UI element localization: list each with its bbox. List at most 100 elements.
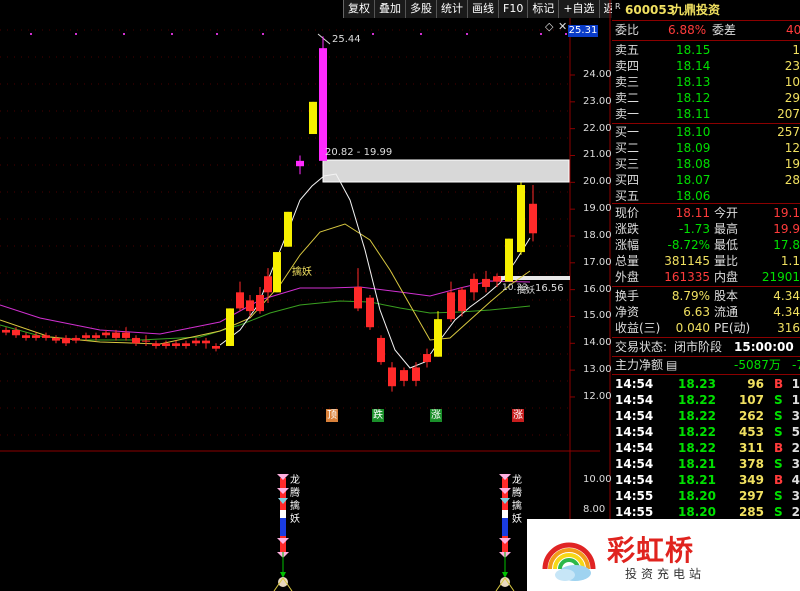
tick-extra: 5 [791,425,800,439]
fund-row: 换手 8.79% 股本 4.34 [612,288,800,304]
level-volume: 12 [784,141,800,155]
tick-row: 14:54 18.22 262 S 3 [612,408,800,424]
trade-status-label: 交易状态: [615,340,668,354]
fund-value: 0.040 [675,321,710,335]
candle [388,362,396,392]
level-label: 买三 [615,157,640,171]
quote-value-2: 17.8 [773,238,800,252]
tick-row: 14:55 18.20 297 S 3 [612,488,800,504]
tick-side: S [774,409,783,423]
candle [366,295,374,330]
level-volume: 28 [784,173,800,187]
osc-tick-label: 8.00 [583,504,606,515]
fund-label: 收益(三) [615,321,661,335]
candle [284,211,292,247]
fund-row: 收益(三) 0.040 PE(动) 316 [612,320,800,336]
price-tick-label: 17.00 [583,256,612,268]
level-price: 18.09 [676,141,711,155]
quote-row: 涨跌 -1.73 最高 19.9 [612,221,800,237]
level-label: 卖四 [615,59,640,73]
candle [423,348,431,368]
signal-char: 妖 [512,514,522,525]
quote-label-2: 内盘 [714,270,739,284]
tick-volume: 96 [747,377,764,391]
level-label: 卖三 [615,75,640,89]
quote-value: 161335 [664,270,710,284]
watermark-subtitle: 投资充电站 [625,567,706,581]
level-label: 卖二 [615,91,640,105]
quote-value-2: 19.1 [773,206,800,220]
watermark: 彩虹桥 投资充电站 [527,519,800,591]
quote-value-2: 1.1 [780,254,800,268]
weicha-value: 40 [786,23,800,37]
table-icon[interactable]: ▤ [666,357,677,373]
fund-value-2: 316 [777,321,800,335]
quote-value: -1.73 [678,222,710,236]
tick-volume: 311 [738,441,764,455]
tick-volume: 262 [738,409,764,423]
trade-status-value: 闭市阶段 [674,340,723,354]
price-tick-label: 21.00 [583,149,612,161]
range-label: 20.82 - 19.99 [325,147,393,158]
candle [142,335,150,346]
candle [256,286,264,314]
rights-badge: R [615,2,621,11]
level-label: 卖一 [615,107,640,121]
fund-label: 换手 [615,289,640,303]
price-tick-label: 23.00 [583,95,612,107]
signal-char: 腾 [512,488,522,499]
quote-row: 涨幅 -8.72% 最低 17.8 [612,237,800,253]
tick-row: 14:54 18.22 107 S 1 [612,392,800,408]
price-tick-label: 18.00 [583,229,612,241]
candle [529,185,537,242]
price-tick-label: 14.00 [583,337,612,349]
weibi-value: 6.88% [668,23,707,37]
candle [377,335,385,365]
fund-label-2: 股本 [714,289,739,303]
low-price-label: 16.56 [535,283,564,294]
tick-side: B [774,377,784,391]
signal-char: 腾 [290,488,300,499]
level-price: 18.08 [676,157,711,171]
candle [92,332,100,341]
signal-char: 龙 [512,475,522,486]
quote-label: 涨幅 [615,238,640,252]
quote-label: 外盘 [615,270,640,284]
ma-signal-label: 擒妖 [292,267,312,278]
order-level-row: 卖四 18.14 23 [612,58,800,74]
fund-label-2: 流通 [714,305,739,319]
tick-time: 14:54 [615,377,654,391]
order-level-row: 卖五 18.15 1 [612,42,800,58]
tick-price: 18.22 [678,441,716,455]
candle [182,340,190,349]
tick-extra: 3 [791,457,800,471]
tick-extra: 2 [791,441,800,455]
level-price: 18.10 [676,125,711,139]
order-level-row: 买一 18.10 257 [612,124,800,140]
price-tick-label: 22.00 [583,122,612,134]
candle [400,367,408,387]
price-tick-label: 20.00 [583,176,612,188]
fund-value: 8.79% [671,289,710,303]
fund-value-2: 4.34 [773,289,800,303]
tick-time: 14:54 [615,457,654,471]
tick-side: S [774,505,783,519]
candle [172,340,180,349]
tick-row: 14:55 18.20 285 S 2 [612,504,800,520]
level-price: 18.14 [676,59,711,73]
signal-char: 擒 [512,501,522,512]
tick-extra: 3 [791,489,800,503]
signal-char: 妖 [290,514,300,525]
level-volume: 257 [777,125,800,139]
tick-extra: 4 [791,473,800,487]
tick-time: 14:55 [615,489,654,503]
candle [122,327,130,341]
level-price: 18.15 [676,43,711,57]
weibi-row: 委比 6.88% 委差 40 [612,22,800,38]
stock-name: 九鼎投资 [672,3,721,17]
candle [447,281,455,322]
level-price: 18.12 [676,91,711,105]
quote-row: 外盘 161335 内盘 21901 [612,269,800,285]
candle [505,238,513,282]
price-tick-label: 24.00 [583,69,612,80]
